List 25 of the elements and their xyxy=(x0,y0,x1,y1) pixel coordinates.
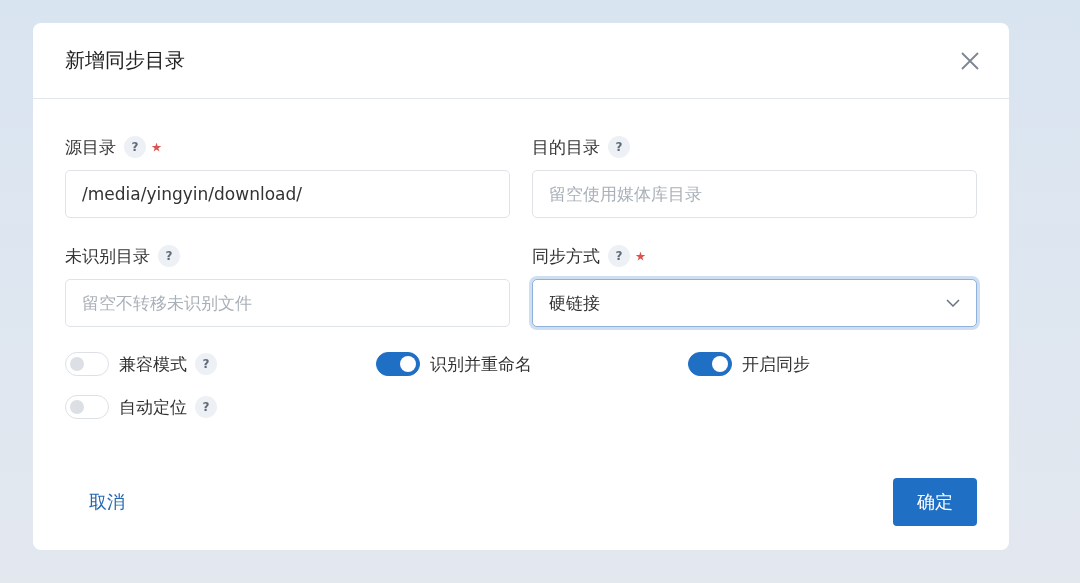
field-label: 目的目录 xyxy=(532,135,600,159)
confirm-button[interactable]: 确定 xyxy=(893,478,977,526)
field-label: 源目录 xyxy=(65,135,116,159)
switch-label: 识别并重命名 xyxy=(430,352,532,376)
select-field[interactable]: 硬链接 xyxy=(532,279,977,327)
switch-label: 开启同步 xyxy=(742,352,810,376)
switch-label: 自动定位 xyxy=(119,395,187,419)
close-icon[interactable] xyxy=(959,49,981,72)
input-field[interactable]: 留空使用媒体库目录 xyxy=(532,170,977,218)
help-icon[interactable]: ? xyxy=(124,136,146,158)
help-icon[interactable]: ? xyxy=(195,396,217,418)
help-icon[interactable]: ? xyxy=(608,136,630,158)
toggle-switch[interactable] xyxy=(376,352,420,376)
input-field[interactable]: 留空不转移未识别文件 xyxy=(65,279,510,327)
field-label: 同步方式 xyxy=(532,244,600,268)
switch-label: 兼容模式 xyxy=(119,352,187,376)
input-field[interactable]: /media/yingyin/download/ xyxy=(65,170,510,218)
chevron-icon xyxy=(946,299,960,307)
dialog-title: 新增同步目录 xyxy=(65,47,185,74)
help-icon[interactable]: ? xyxy=(195,353,217,375)
help-icon[interactable]: ? xyxy=(608,245,630,267)
toggle-switch[interactable] xyxy=(688,352,732,376)
field-label: 未识别目录 xyxy=(65,244,150,268)
cancel-button[interactable]: 取消 xyxy=(73,482,141,522)
help-icon[interactable]: ? xyxy=(158,245,180,267)
